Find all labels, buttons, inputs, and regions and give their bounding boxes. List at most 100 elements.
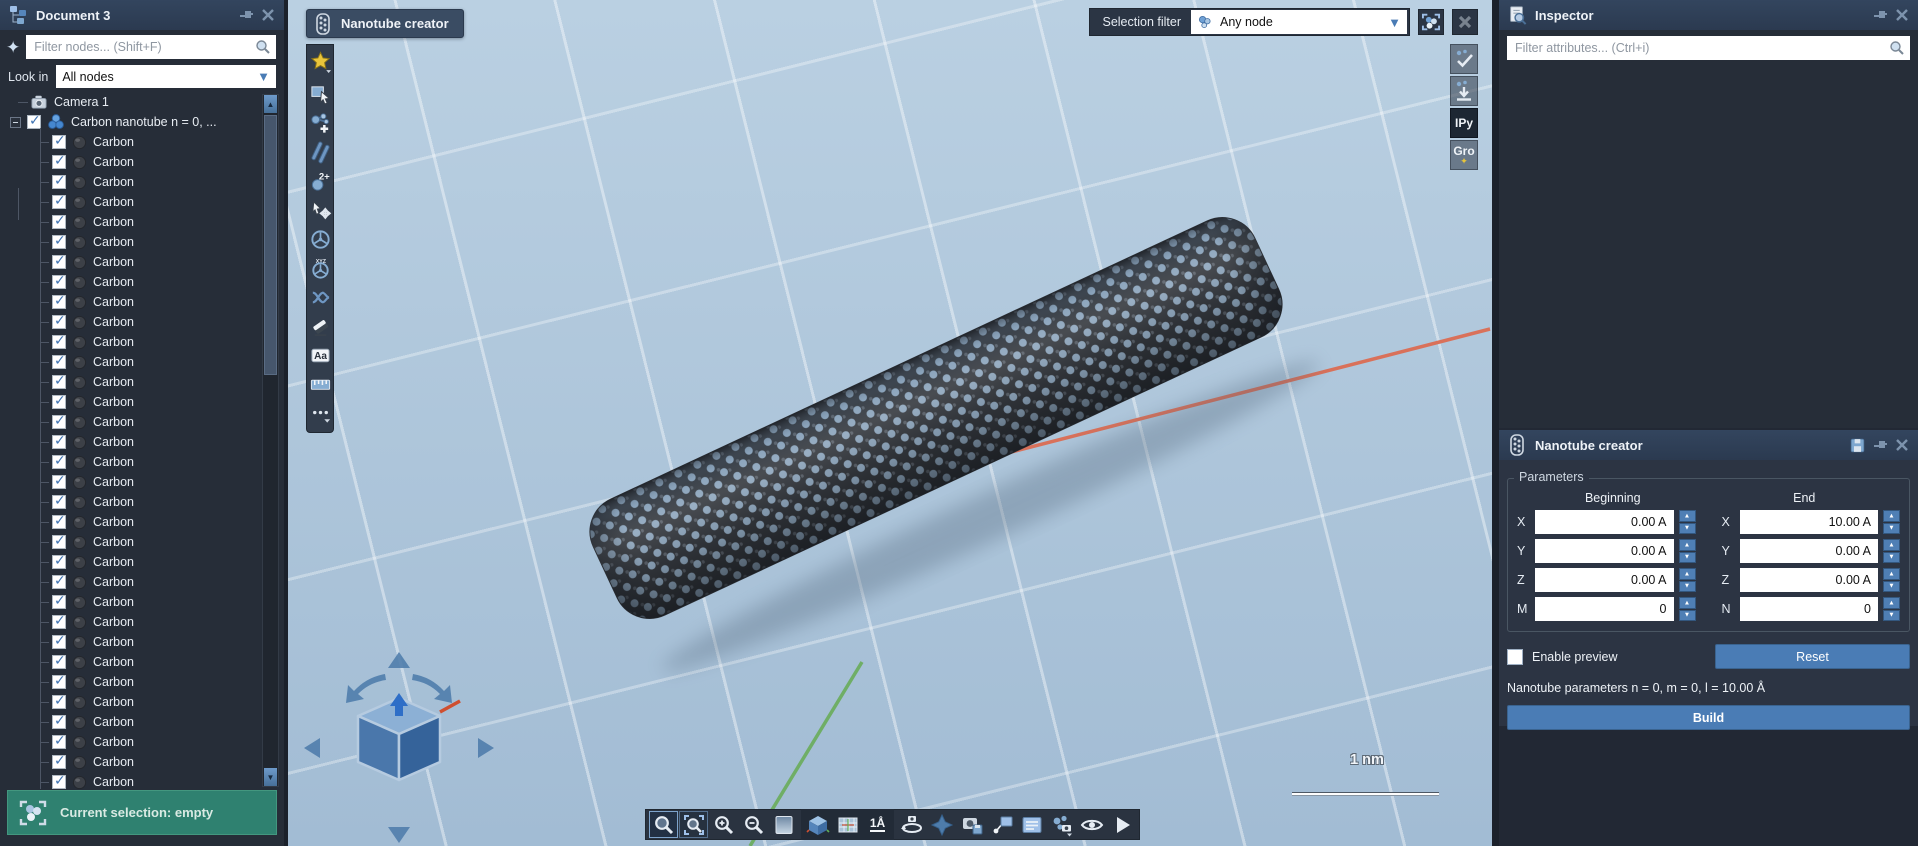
gromacs-wizard-button[interactable]: Gro ✦ — [1450, 140, 1478, 170]
visibility-checkbox[interactable] — [52, 715, 66, 729]
scale-bar-toggle[interactable]: 1Å — [863, 811, 892, 838]
filter-attributes-input[interactable] — [1507, 36, 1910, 60]
param-input-right[interactable] — [1740, 597, 1879, 621]
bond-tool-button[interactable] — [307, 138, 333, 167]
rotate-right-arrow[interactable] — [412, 674, 452, 703]
label-tool-button[interactable]: Aa — [307, 341, 333, 370]
zoom-selection-button[interactable] — [679, 811, 708, 838]
tree-item-carbon[interactable]: Carbon — [0, 612, 284, 632]
tree-item-carbon[interactable]: Carbon — [0, 212, 284, 232]
zoom-in-button[interactable] — [709, 811, 738, 838]
scroll-up-button[interactable]: ▲ — [264, 95, 277, 113]
close-icon[interactable] — [260, 7, 276, 23]
spinner-right[interactable] — [1883, 568, 1900, 592]
visibility-checkbox[interactable] — [52, 255, 66, 269]
visibility-checkbox[interactable] — [52, 375, 66, 389]
rotate-left-arrow[interactable] — [346, 674, 386, 703]
tree-item-carbon[interactable]: Carbon — [0, 772, 284, 789]
pin-icon[interactable] — [238, 7, 254, 23]
pan-right-arrow[interactable] — [478, 738, 494, 758]
visibility-checkbox[interactable] — [52, 415, 66, 429]
visibility-checkbox[interactable] — [52, 495, 66, 509]
tree-item-carbon[interactable]: Carbon — [0, 632, 284, 652]
tree-item-carbon[interactable]: Carbon — [0, 372, 284, 392]
tree-item-carbon[interactable]: Carbon — [0, 532, 284, 552]
tree-item-nanotube[interactable]: Carbon nanotube n = 0, ... — [0, 112, 284, 132]
orientation-cube-toggle[interactable] — [803, 811, 832, 838]
visibility-checkbox[interactable] — [27, 115, 41, 129]
pan-left-arrow[interactable] — [304, 738, 320, 758]
tree-item-carbon[interactable]: Carbon — [0, 552, 284, 572]
python-console-button[interactable]: IPy — [1450, 108, 1478, 138]
param-input-right[interactable] — [1740, 510, 1879, 534]
presets-star-button[interactable] — [307, 47, 333, 76]
visibility-checkbox[interactable] — [52, 275, 66, 289]
viewport-3d[interactable]: Nanotube creator 2+ XYZ Aa Selection fil… — [288, 0, 1492, 846]
param-input-left[interactable] — [1535, 539, 1674, 563]
measure-tool-button[interactable] — [307, 370, 333, 399]
tree-item-carbon[interactable]: Carbon — [0, 432, 284, 452]
visibility-checkbox[interactable] — [52, 475, 66, 489]
tree-item-carbon[interactable]: Carbon — [0, 672, 284, 692]
pin-icon[interactable] — [1872, 7, 1888, 23]
visibility-checkbox[interactable] — [52, 755, 66, 769]
spinner-left[interactable] — [1679, 597, 1696, 621]
tree-item-carbon[interactable]: Carbon — [0, 152, 284, 172]
rotate-gauge-button[interactable] — [307, 225, 333, 254]
charge-tool-button[interactable]: 2+ — [307, 167, 333, 196]
tree-item-carbon[interactable]: Carbon — [0, 572, 284, 592]
tree-item-carbon[interactable]: Carbon — [0, 472, 284, 492]
spinner-left[interactable] — [1679, 568, 1696, 592]
tree-scrollbar[interactable]: ▲ ▼ — [262, 94, 279, 787]
move-tool-button[interactable] — [307, 196, 333, 225]
tree-item-carbon[interactable]: Carbon — [0, 412, 284, 432]
zoom-out-button[interactable] — [739, 811, 768, 838]
param-input-right[interactable] — [1740, 568, 1879, 592]
visibility-checkbox[interactable] — [52, 215, 66, 229]
visibility-checkbox[interactable] — [52, 775, 66, 789]
tree-item-carbon[interactable]: Carbon — [0, 392, 284, 412]
close-icon[interactable] — [1894, 437, 1910, 453]
visibility-checkbox[interactable] — [52, 615, 66, 629]
screenshot-button[interactable] — [957, 811, 986, 838]
fullscreen-button[interactable] — [927, 811, 956, 838]
grid-toggle[interactable] — [833, 811, 862, 838]
param-input-left[interactable] — [1535, 510, 1674, 534]
close-icon[interactable] — [1894, 7, 1910, 23]
visibility-checkbox[interactable] — [52, 575, 66, 589]
camera-views-button[interactable] — [1047, 811, 1076, 838]
validate-nodes-button[interactable] — [1450, 44, 1478, 74]
pan-up-arrow[interactable] — [388, 652, 410, 668]
tree-item-carbon[interactable]: Carbon — [0, 332, 284, 352]
collapse-expander[interactable] — [10, 117, 21, 128]
background-button[interactable] — [769, 811, 798, 838]
pin-icon[interactable] — [1872, 437, 1888, 453]
spinner-right[interactable] — [1883, 597, 1900, 621]
visibility-checkbox[interactable] — [52, 155, 66, 169]
tree-item-carbon[interactable]: Carbon — [0, 752, 284, 772]
visibility-checkbox[interactable] — [52, 235, 66, 249]
visibility-checkbox[interactable] — [52, 635, 66, 649]
tree-item-carbon[interactable]: Carbon — [0, 132, 284, 152]
visibility-checkbox[interactable] — [52, 175, 66, 189]
add-atom-button[interactable] — [307, 109, 333, 138]
tree-item-carbon[interactable]: Carbon — [0, 652, 284, 672]
visibility-checkbox[interactable] — [52, 555, 66, 569]
visibility-checkbox[interactable] — [52, 355, 66, 369]
orbit-camera-button[interactable] — [897, 811, 926, 838]
tree-item-carbon[interactable]: Carbon — [0, 272, 284, 292]
tab-nanotube-creator[interactable]: Nanotube creator — [306, 9, 464, 38]
tree-item-carbon[interactable]: Carbon — [0, 712, 284, 732]
spinner-left[interactable] — [1679, 539, 1696, 563]
visibility-checkbox[interactable] — [52, 315, 66, 329]
play-button[interactable] — [1107, 811, 1136, 838]
presentation-button[interactable] — [1017, 811, 1046, 838]
visibility-checkbox[interactable] — [52, 535, 66, 549]
visibility-checkbox[interactable] — [52, 735, 66, 749]
select-filtered-button[interactable] — [1418, 9, 1444, 35]
selection-filter-dropdown[interactable]: Any node ▼ — [1191, 10, 1407, 34]
visibility-checkbox[interactable] — [52, 295, 66, 309]
tree-item-carbon[interactable]: Carbon — [0, 172, 284, 192]
tree-item-carbon[interactable]: Carbon — [0, 192, 284, 212]
tree-item-carbon[interactable]: Carbon — [0, 692, 284, 712]
